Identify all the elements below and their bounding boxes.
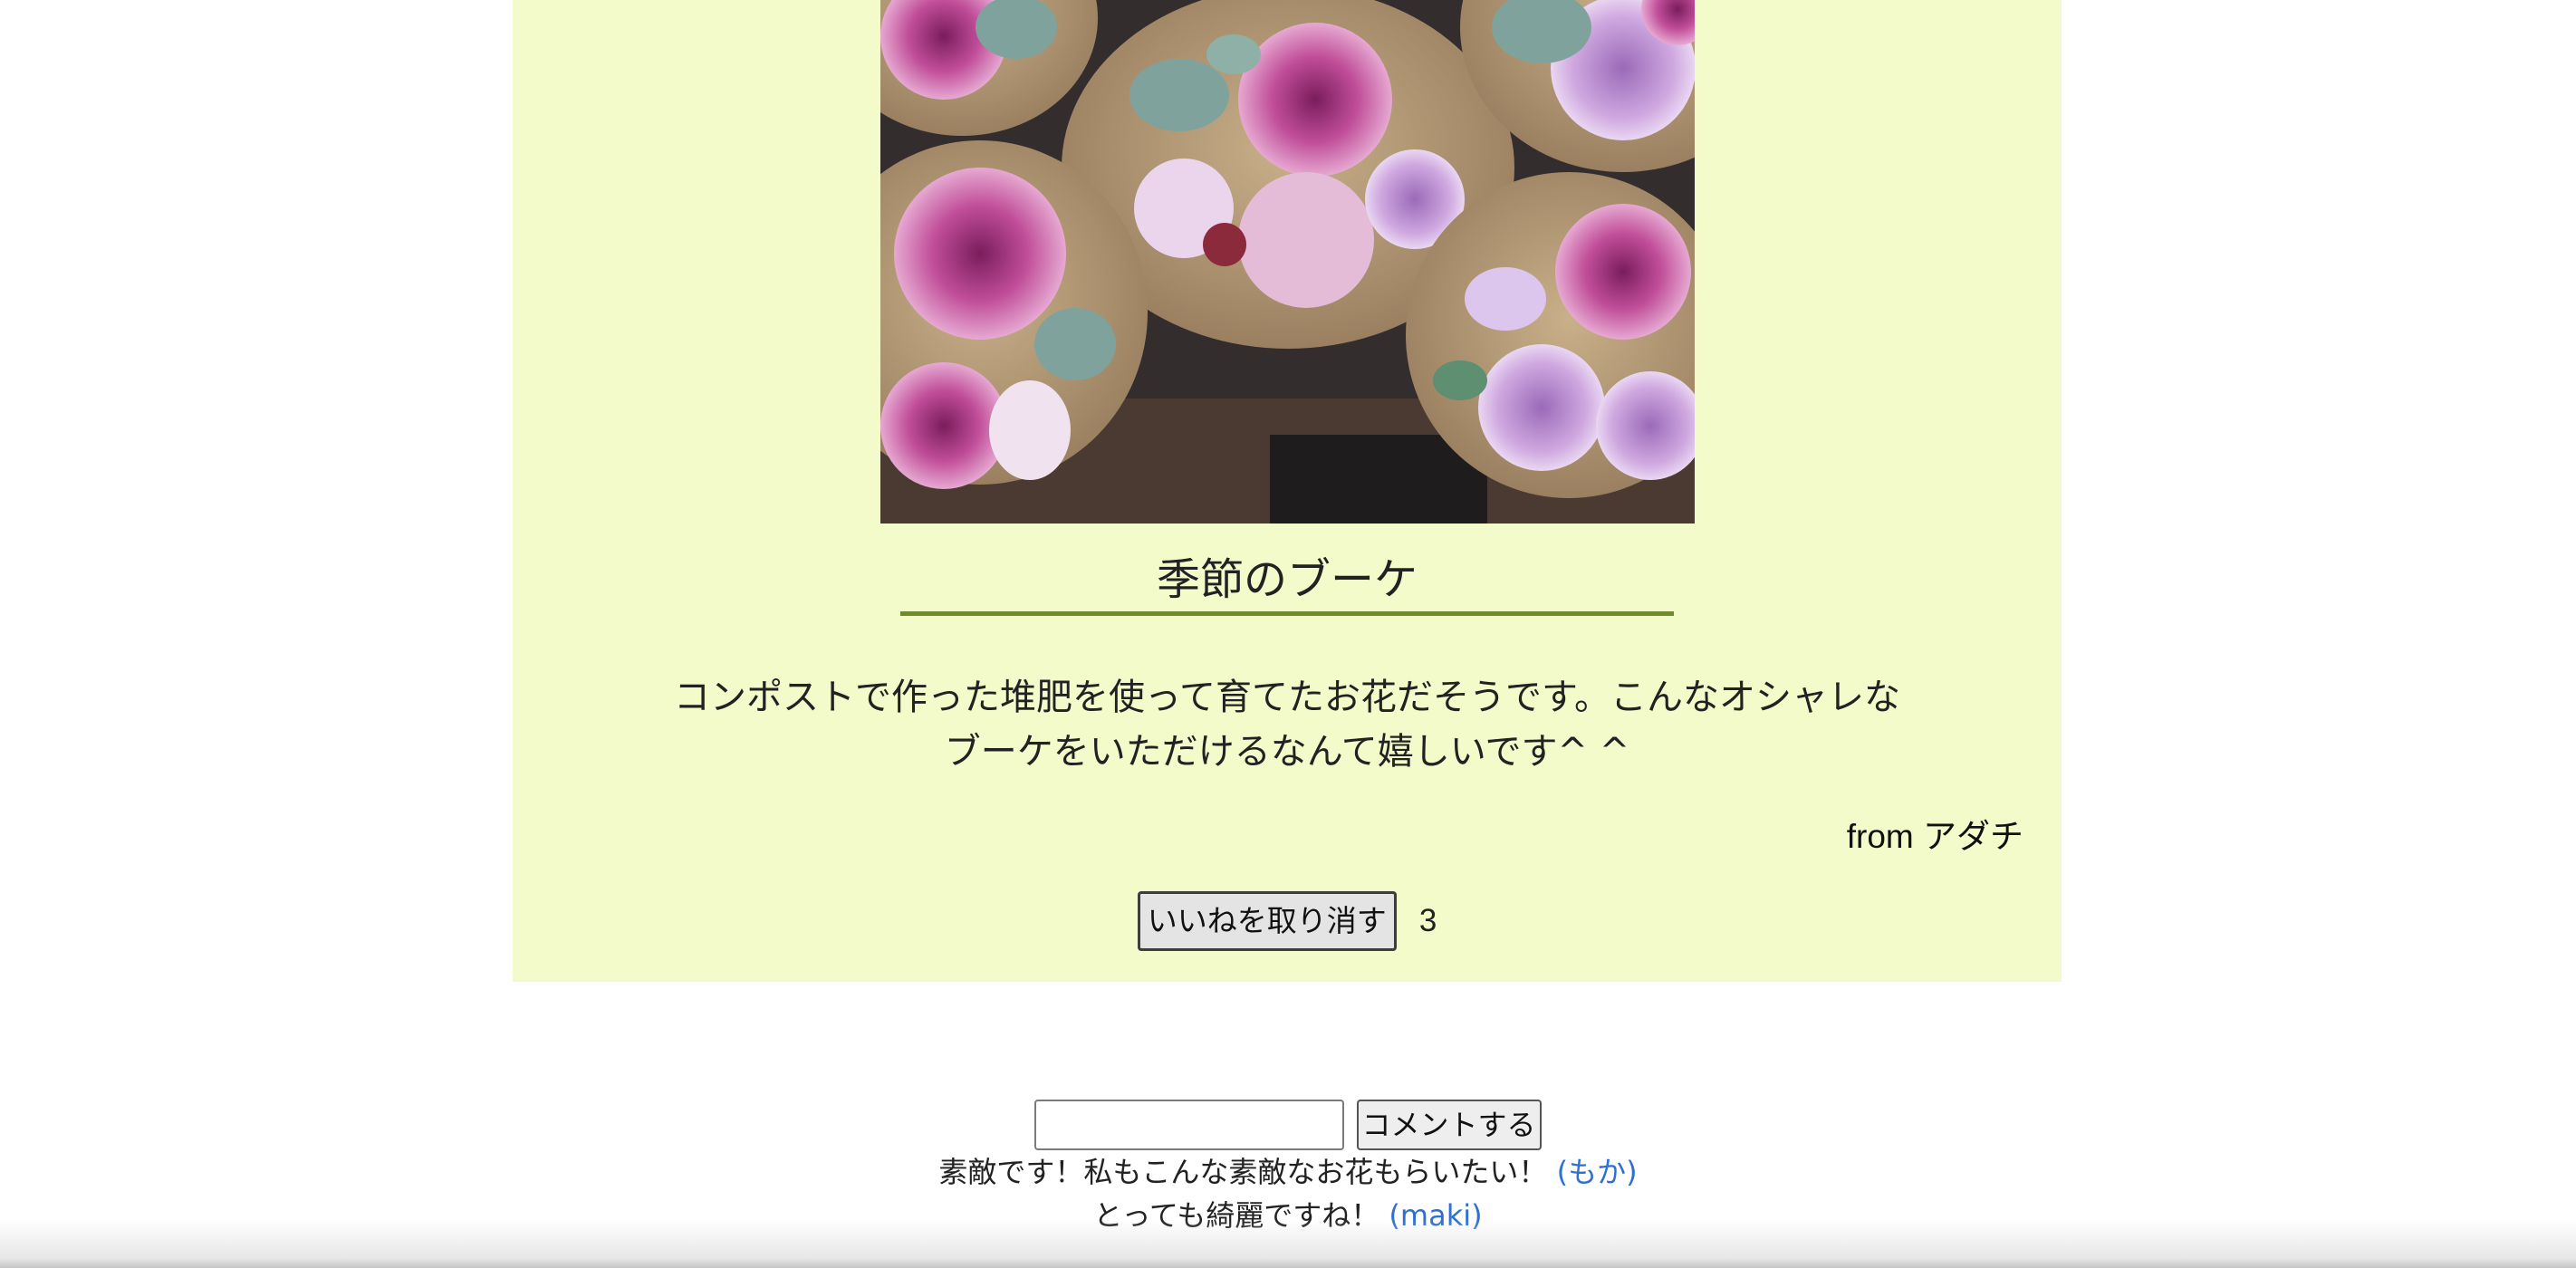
- page: 季節のブーケ コンポストで作った堆肥を使って育てたお花だそうです。こんなオシャレ…: [0, 0, 2576, 1268]
- like-row: いいねを取り消す 3: [513, 891, 2062, 953]
- post-body-line-1: コンポストで作った堆肥を使って育てたお花だそうです。こんなオシャレな: [674, 677, 1900, 718]
- post-card: 季節のブーケ コンポストで作った堆肥を使って育てたお花だそうです。こんなオシャレ…: [513, 0, 2062, 982]
- like-count: 3: [1418, 903, 1437, 938]
- post-photo: [880, 0, 1695, 524]
- post-author: from アダチ: [1846, 818, 2023, 855]
- post-title: 季節のブーケ: [900, 543, 1674, 616]
- unlike-button[interactable]: いいねを取り消す: [1137, 891, 1397, 951]
- comment-submit-button[interactable]: コメントする: [1356, 1100, 1542, 1150]
- flower-bouquets-image: [880, 0, 1695, 524]
- comment-item: 素敵です！私もこんな素敵なお花もらいたい！ (もか): [0, 1150, 2576, 1194]
- comment-text: とっても綺麗ですね！: [1093, 1198, 1380, 1233]
- comment-user-link[interactable]: (maki): [1389, 1198, 1482, 1233]
- post-body-line-2: ブーケをいただけるなんて嬉しいです^ ^: [944, 731, 1630, 773]
- comment-list: 素敵です！私もこんな素敵なお花もらいたい！ (もか) とっても綺麗ですね！ (m…: [0, 1150, 2576, 1237]
- comment-item: とっても綺麗ですね！ (maki): [0, 1194, 2576, 1237]
- comment-input[interactable]: [1034, 1100, 1345, 1150]
- post-body: コンポストで作った堆肥を使って育てたお花だそうです。こんなオシャレな ブーケをい…: [644, 670, 1930, 779]
- comment-user-link[interactable]: (もか): [1557, 1155, 1638, 1189]
- comment-form: コメントする: [0, 1100, 2576, 1152]
- comment-text: 素敵です！私もこんな素敵なお花もらいたい！: [938, 1155, 1548, 1189]
